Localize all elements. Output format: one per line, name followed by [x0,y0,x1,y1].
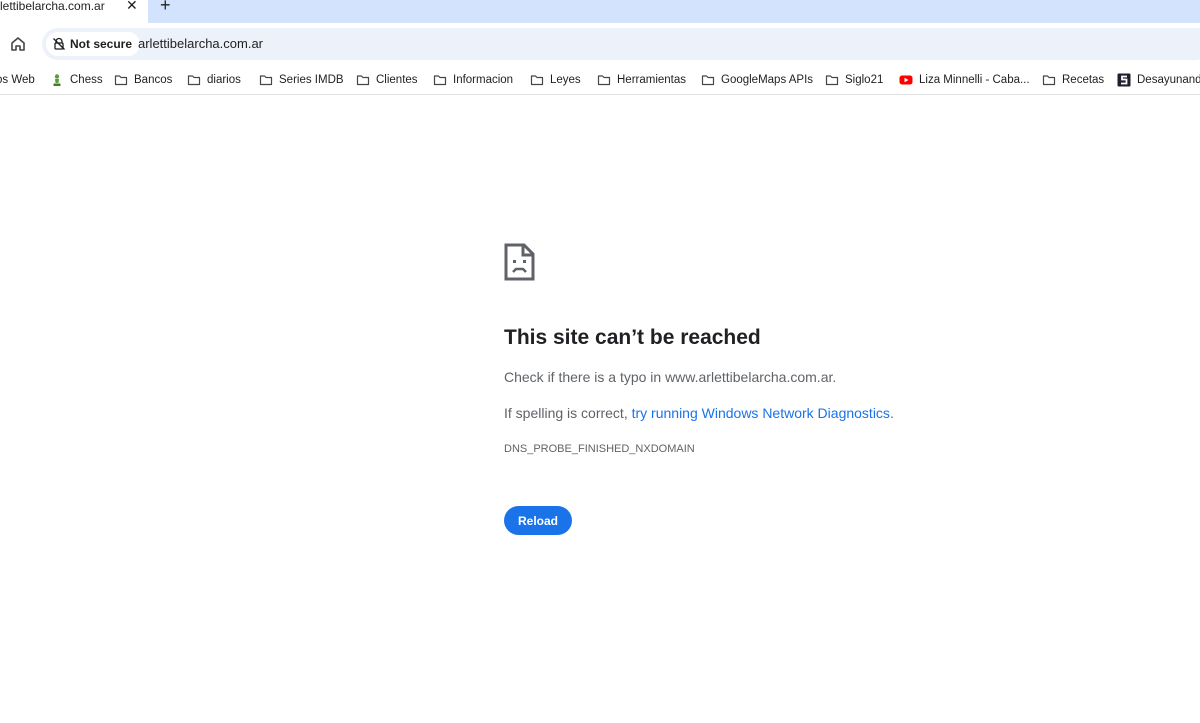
close-tab-icon[interactable]: ✕ [126,0,138,14]
bookmark-bancos[interactable]: Bancos [114,71,172,89]
bookmarks-bar: os Web Chess Bancos diarios Series IMDB … [0,65,1200,95]
folder-icon [187,75,201,86]
tab-strip: lettibelarcha.com.ar ✕ + [0,0,1200,23]
bookmark-series-imdb[interactable]: Series IMDB [259,71,344,89]
bookmark-label: GoogleMaps APIs [721,74,814,86]
bookmark-label: Herramientas [617,74,687,86]
bookmark-label: os Web [0,74,35,86]
tab-title: lettibelarcha.com.ar [0,0,105,13]
bookmark-label: Leyes [550,74,581,86]
error-suggestion-typo: Check if there is a typo in www.arlettib… [504,369,837,385]
new-tab-icon[interactable]: + [160,0,171,16]
error-suggestion-diagnostics: If spelling is correct, try running Wind… [504,405,894,421]
bookmark-diarios[interactable]: diarios [187,71,241,89]
folder-icon [701,75,715,86]
error-code: DNS_PROBE_FINISHED_NXDOMAIN [504,443,695,455]
bookmark-label: Liza Minnelli - Caba... [919,74,1030,86]
bookmark-label: diarios [207,74,241,86]
bookmark-label: Desayunando [1137,74,1200,86]
active-tab[interactable]: lettibelarcha.com.ar ✕ [0,0,148,23]
folder-icon [1042,75,1056,86]
url-text[interactable]: arlettibelarcha.com.ar [138,36,263,51]
toolbar: Not secure arlettibelarcha.com.ar [0,23,1200,65]
bookmark-recetas[interactable]: Recetas [1042,71,1104,89]
reload-button[interactable]: Reload [504,506,572,535]
diagnostics-suffix: . [889,405,894,421]
folder-icon [530,75,544,86]
bookmark-informacion[interactable]: Informacion [433,71,513,89]
bookmark-label: Clientes [376,74,418,86]
bookmark-label: Siglo21 [845,74,884,86]
bookmark-label: Series IMDB [279,74,344,86]
error-title: This site can’t be reached [504,326,761,349]
security-label: Not secure [70,37,133,51]
diagnostics-link[interactable]: try running Windows Network Diagnostics [632,405,890,421]
folder-icon [114,75,128,86]
bookmark-leyes[interactable]: Leyes [530,71,581,89]
diagnostics-prefix: If spelling is correct, [504,405,632,421]
bookmark-label: Informacion [453,74,514,86]
folder-icon [259,75,273,86]
bookmark-label: Chess [70,74,103,86]
not-secure-icon [53,37,65,50]
folder-icon [433,75,447,86]
bookmark-liza-minnelli[interactable]: Liza Minnelli - Caba... [899,71,1030,89]
bookmark-clientes[interactable]: Clientes [356,71,418,89]
error-page: This site can’t be reached Check if ther… [0,96,1200,723]
youtube-icon [899,75,913,85]
bookmark-label: Bancos [134,74,173,86]
bookmark-herramientas[interactable]: Herramientas [597,71,686,89]
home-icon[interactable] [8,34,28,54]
bookmark-googlemaps-apis[interactable]: GoogleMaps APIs [701,71,813,89]
bookmark-siglo21[interactable]: Siglo21 [825,71,883,89]
sad-page-icon [504,243,535,281]
address-bar[interactable]: Not secure arlettibelarcha.com.ar [42,28,1200,60]
bookmark-chess[interactable]: Chess [50,71,103,89]
security-chip[interactable]: Not secure [46,32,141,56]
folder-icon [825,75,839,86]
chess-pawn-icon [53,74,61,86]
bookmark-desayunando[interactable]: Desayunando [1117,71,1200,89]
folder-icon [597,75,611,86]
bookmark-os-web[interactable]: os Web [0,71,35,89]
bookmark-label: Recetas [1062,74,1105,86]
folder-icon [356,75,370,86]
site-s-icon [1117,73,1131,87]
